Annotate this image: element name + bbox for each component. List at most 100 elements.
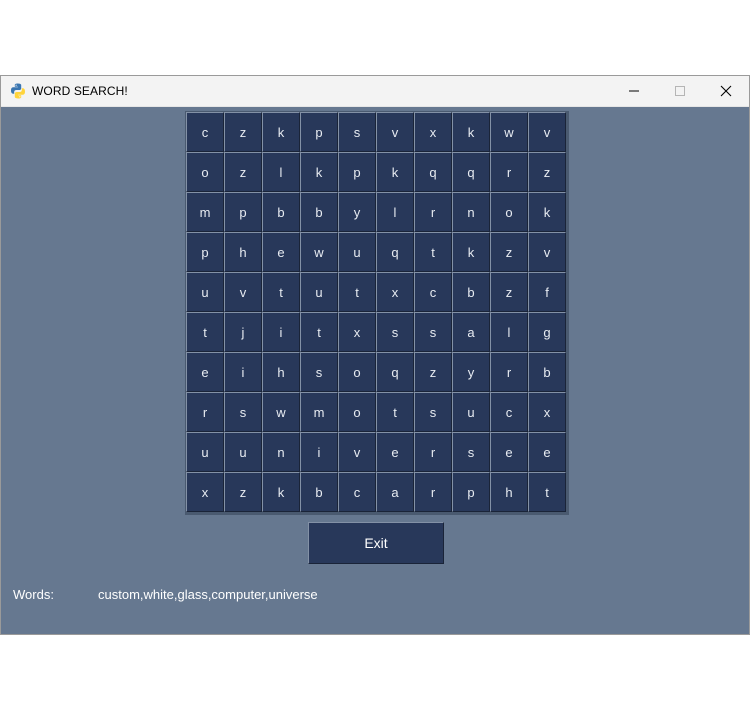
letter-cell[interactable]: z — [490, 272, 528, 312]
letter-cell[interactable]: e — [490, 432, 528, 472]
letter-cell[interactable]: q — [376, 232, 414, 272]
letter-cell[interactable]: u — [186, 432, 224, 472]
letter-cell[interactable]: r — [490, 352, 528, 392]
letter-cell[interactable]: c — [490, 392, 528, 432]
letter-cell[interactable]: v — [376, 112, 414, 152]
letter-cell[interactable]: k — [262, 472, 300, 512]
letter-cell[interactable]: a — [376, 472, 414, 512]
exit-button[interactable]: Exit — [308, 522, 444, 564]
letter-cell[interactable]: h — [490, 472, 528, 512]
letter-cell[interactable]: s — [376, 312, 414, 352]
letter-cell[interactable]: p — [338, 152, 376, 192]
letter-cell[interactable]: p — [186, 232, 224, 272]
letter-cell[interactable]: i — [262, 312, 300, 352]
letter-cell[interactable]: q — [414, 152, 452, 192]
letter-cell[interactable]: u — [300, 272, 338, 312]
letter-cell[interactable]: k — [452, 232, 490, 272]
letter-cell[interactable]: t — [262, 272, 300, 312]
letter-cell[interactable]: v — [528, 112, 566, 152]
letter-cell[interactable]: o — [186, 152, 224, 192]
letter-cell[interactable]: m — [300, 392, 338, 432]
letter-cell[interactable]: t — [376, 392, 414, 432]
letter-cell[interactable]: u — [186, 272, 224, 312]
letter-cell[interactable]: q — [452, 152, 490, 192]
title-bar[interactable]: WORD SEARCH! — [1, 76, 749, 107]
letter-cell[interactable]: l — [490, 312, 528, 352]
letter-cell[interactable]: t — [300, 312, 338, 352]
letter-cell[interactable]: v — [224, 272, 262, 312]
letter-cell[interactable]: z — [490, 232, 528, 272]
letter-cell[interactable]: z — [224, 112, 262, 152]
letter-cell[interactable]: k — [452, 112, 490, 152]
letter-cell[interactable]: a — [452, 312, 490, 352]
letter-cell[interactable]: j — [224, 312, 262, 352]
letter-cell[interactable]: x — [376, 272, 414, 312]
letter-cell[interactable]: n — [452, 192, 490, 232]
letter-cell[interactable]: n — [262, 432, 300, 472]
letter-cell[interactable]: t — [528, 472, 566, 512]
letter-cell[interactable]: r — [414, 432, 452, 472]
letter-cell[interactable]: h — [262, 352, 300, 392]
letter-cell[interactable]: x — [414, 112, 452, 152]
letter-cell[interactable]: p — [452, 472, 490, 512]
letter-cell[interactable]: s — [224, 392, 262, 432]
letter-cell[interactable]: q — [376, 352, 414, 392]
letter-cell[interactable]: o — [338, 352, 376, 392]
letter-cell[interactable]: y — [452, 352, 490, 392]
letter-cell[interactable]: i — [300, 432, 338, 472]
letter-cell[interactable]: b — [300, 472, 338, 512]
letter-cell[interactable]: s — [452, 432, 490, 472]
letter-cell[interactable]: x — [528, 392, 566, 432]
letter-cell[interactable]: g — [528, 312, 566, 352]
letter-cell[interactable]: u — [224, 432, 262, 472]
letter-cell[interactable]: r — [414, 472, 452, 512]
letter-cell[interactable]: p — [300, 112, 338, 152]
letter-cell[interactable]: r — [490, 152, 528, 192]
letter-cell[interactable]: p — [224, 192, 262, 232]
letter-cell[interactable]: b — [528, 352, 566, 392]
letter-cell[interactable]: f — [528, 272, 566, 312]
letter-cell[interactable]: x — [186, 472, 224, 512]
letter-cell[interactable]: b — [452, 272, 490, 312]
letter-cell[interactable]: z — [528, 152, 566, 192]
letter-cell[interactable]: k — [376, 152, 414, 192]
letter-cell[interactable]: z — [414, 352, 452, 392]
letter-cell[interactable]: e — [528, 432, 566, 472]
letter-cell[interactable]: i — [224, 352, 262, 392]
letter-cell[interactable]: t — [338, 272, 376, 312]
letter-cell[interactable]: b — [262, 192, 300, 232]
letter-cell[interactable]: t — [186, 312, 224, 352]
letter-cell[interactable]: l — [376, 192, 414, 232]
letter-cell[interactable]: z — [224, 472, 262, 512]
letter-cell[interactable]: v — [338, 432, 376, 472]
letter-cell[interactable]: r — [186, 392, 224, 432]
letter-cell[interactable]: h — [224, 232, 262, 272]
letter-cell[interactable]: e — [262, 232, 300, 272]
letter-cell[interactable]: b — [300, 192, 338, 232]
letter-cell[interactable]: w — [262, 392, 300, 432]
letter-cell[interactable]: w — [490, 112, 528, 152]
letter-cell[interactable]: k — [300, 152, 338, 192]
letter-cell[interactable]: o — [338, 392, 376, 432]
minimize-button[interactable] — [611, 76, 657, 106]
letter-cell[interactable]: s — [300, 352, 338, 392]
maximize-button[interactable] — [657, 76, 703, 106]
letter-cell[interactable]: l — [262, 152, 300, 192]
letter-cell[interactable]: s — [338, 112, 376, 152]
letter-cell[interactable]: r — [414, 192, 452, 232]
letter-cell[interactable]: m — [186, 192, 224, 232]
letter-cell[interactable]: e — [376, 432, 414, 472]
letter-cell[interactable]: v — [528, 232, 566, 272]
letter-cell[interactable]: k — [262, 112, 300, 152]
letter-cell[interactable]: y — [338, 192, 376, 232]
letter-cell[interactable]: t — [414, 232, 452, 272]
letter-cell[interactable]: e — [186, 352, 224, 392]
letter-cell[interactable]: x — [338, 312, 376, 352]
letter-cell[interactable]: s — [414, 312, 452, 352]
letter-cell[interactable]: w — [300, 232, 338, 272]
letter-cell[interactable]: u — [452, 392, 490, 432]
close-button[interactable] — [703, 76, 749, 106]
letter-cell[interactable]: c — [414, 272, 452, 312]
letter-cell[interactable]: u — [338, 232, 376, 272]
letter-cell[interactable]: o — [490, 192, 528, 232]
